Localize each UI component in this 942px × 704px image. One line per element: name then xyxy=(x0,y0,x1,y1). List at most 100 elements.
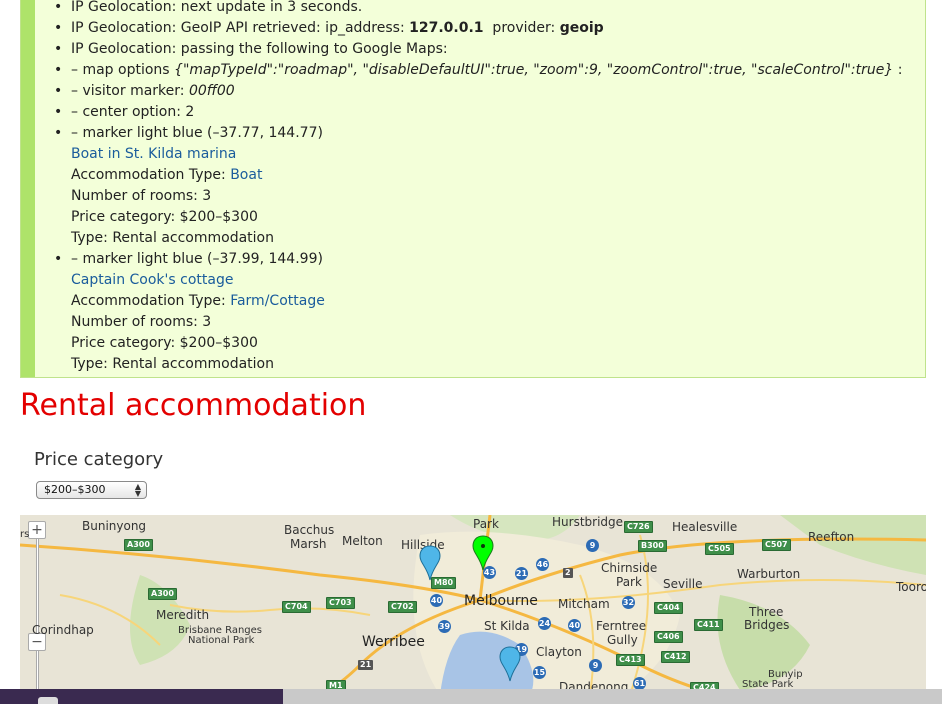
road-shield: 21 xyxy=(515,567,528,580)
marker-header: – marker light blue (–37.77, 144.77) xyxy=(71,125,323,141)
message-item: IP Geolocation: GeoIP API retrieved: ip_… xyxy=(54,18,902,39)
road-shield: 2 xyxy=(563,568,573,578)
light-blue-marker-icon[interactable] xyxy=(419,545,441,581)
map-label: Ferntree xyxy=(596,619,647,633)
map-label: St Kilda xyxy=(484,619,530,633)
road-shield: A300 xyxy=(148,588,177,600)
type-link[interactable]: Boat xyxy=(230,167,262,183)
road-shield: 46 xyxy=(536,558,549,571)
road-shield: 9 xyxy=(586,539,599,552)
accommodation-type: Accommodation Type: Farm/Cottage xyxy=(71,291,902,312)
road-shield: A300 xyxy=(124,539,153,551)
road-shield: B300 xyxy=(638,540,667,552)
road-shield: C702 xyxy=(388,601,417,613)
map-label: Marsh xyxy=(290,537,327,551)
message-text: IP Geolocation: passing the following to… xyxy=(71,41,448,57)
map-label: Hurstbridge xyxy=(552,515,624,529)
rooms-text: Number of rooms: 3 xyxy=(71,188,212,204)
map-label: Gully xyxy=(607,633,638,647)
type-label: Accommodation Type: xyxy=(71,293,231,309)
road-shield: C704 xyxy=(282,601,311,613)
message-item: IP Geolocation: next update in 3 seconds… xyxy=(54,0,902,18)
ip-address: 127.0.0.1 xyxy=(409,20,484,36)
zoom-slider-track[interactable] xyxy=(36,539,39,695)
price-category-label: Price category xyxy=(34,449,164,470)
message-text: – visitor marker: xyxy=(71,83,189,99)
visitor-marker-icon[interactable] xyxy=(472,535,494,571)
map-label: Bacchus xyxy=(284,523,335,537)
road-shield: C411 xyxy=(694,619,723,631)
map-label: Park xyxy=(473,517,499,531)
map-label: Clayton xyxy=(536,645,582,659)
message-text: provider: xyxy=(483,20,560,36)
map-label: Melton xyxy=(342,534,383,548)
road-shield: C703 xyxy=(326,597,355,609)
price-text: Price category: $200–$300 xyxy=(71,335,258,351)
selected-value: $200–$300 xyxy=(44,483,106,496)
map-label: Bridges xyxy=(744,618,790,632)
road-shield: 21 xyxy=(358,660,374,670)
road-shield: C406 xyxy=(654,631,683,643)
provider-name: geoip xyxy=(559,20,604,36)
map-label: Reefton xyxy=(808,530,855,544)
road-shield: 39 xyxy=(438,620,451,633)
road-shield: 15 xyxy=(533,666,546,679)
marker-item: – marker light blue (–37.99, 144.99) Cap… xyxy=(54,249,902,375)
accommodation-link[interactable]: Captain Cook's cottage xyxy=(71,270,902,291)
message-text: – map options xyxy=(71,62,175,78)
taskbar-wallpaper xyxy=(0,689,283,704)
page-title: Rental accommodation xyxy=(20,388,367,423)
map-label: rs xyxy=(20,529,30,540)
road-shield: C404 xyxy=(654,602,683,614)
type-link[interactable]: Farm/Cottage xyxy=(230,293,325,309)
map-label: National Park xyxy=(188,635,255,646)
road-shield: 40 xyxy=(430,594,443,607)
status-messages: IP Geolocation: next update in 3 seconds… xyxy=(20,0,926,378)
map-label: Warburton xyxy=(737,567,801,581)
road-shield: C505 xyxy=(705,543,734,555)
message-text: – center option: 2 xyxy=(71,104,195,120)
zoom-in-button[interactable]: + xyxy=(28,521,46,539)
map-label: Healesville xyxy=(672,520,738,534)
type-text: Type: Rental accommodation xyxy=(71,230,274,246)
type-text: Type: Rental accommodation xyxy=(71,356,274,372)
map-options-json: {"mapTypeId":"roadmap", "disableDefaultU… xyxy=(174,62,894,78)
message-item: – visitor marker: 00ff00 xyxy=(54,81,902,102)
message-text: IP Geolocation: GeoIP API retrieved: ip_… xyxy=(71,20,410,36)
road-shield: 9 xyxy=(589,659,602,672)
os-taskbar xyxy=(0,689,942,704)
price-category-select[interactable]: $200–$300 ▲ ▼ xyxy=(36,481,147,499)
message-item: – center option: 2 xyxy=(54,102,902,123)
map-label: Melbourne xyxy=(464,593,538,609)
google-map[interactable]: + − Buninyong Bacchus Marsh Melton Hills… xyxy=(20,515,926,695)
visitor-marker-color: 00ff00 xyxy=(188,83,235,99)
message-text: IP Geolocation: next update in 3 seconds… xyxy=(71,0,363,15)
map-label: Mitcham xyxy=(558,597,610,611)
road-shield: C412 xyxy=(661,651,690,663)
map-label: Three xyxy=(749,605,784,619)
message-text: : xyxy=(893,62,903,78)
rooms-text: Number of rooms: 3 xyxy=(71,314,212,330)
map-label: Toorong xyxy=(896,580,926,594)
road-shield: C413 xyxy=(616,654,645,666)
road-shield: 24 xyxy=(538,617,551,630)
map-label: Corindhap xyxy=(32,623,94,637)
light-blue-marker-icon[interactable] xyxy=(499,646,521,682)
map-label: Park xyxy=(616,575,642,589)
accommodation-type: Accommodation Type: Boat xyxy=(71,165,902,186)
marker-item: – marker light blue (–37.77, 144.77) Boa… xyxy=(54,123,902,249)
map-label: Seville xyxy=(663,577,703,591)
map-label: Buninyong xyxy=(82,519,147,533)
price-text: Price category: $200–$300 xyxy=(71,209,258,225)
map-label: Chirnside xyxy=(601,561,658,575)
dock-icon[interactable] xyxy=(38,697,58,704)
road-shield: C726 xyxy=(624,521,653,533)
message-item: IP Geolocation: passing the following to… xyxy=(54,39,902,60)
road-shield: 32 xyxy=(622,596,635,609)
road-shield: 40 xyxy=(568,619,581,632)
page: IP Geolocation: next update in 3 seconds… xyxy=(0,0,942,704)
type-label: Accommodation Type: xyxy=(71,167,231,183)
select-arrows-icon: ▲ ▼ xyxy=(134,482,141,498)
message-accent-bar xyxy=(21,0,35,377)
accommodation-link[interactable]: Boat in St. Kilda marina xyxy=(71,144,902,165)
